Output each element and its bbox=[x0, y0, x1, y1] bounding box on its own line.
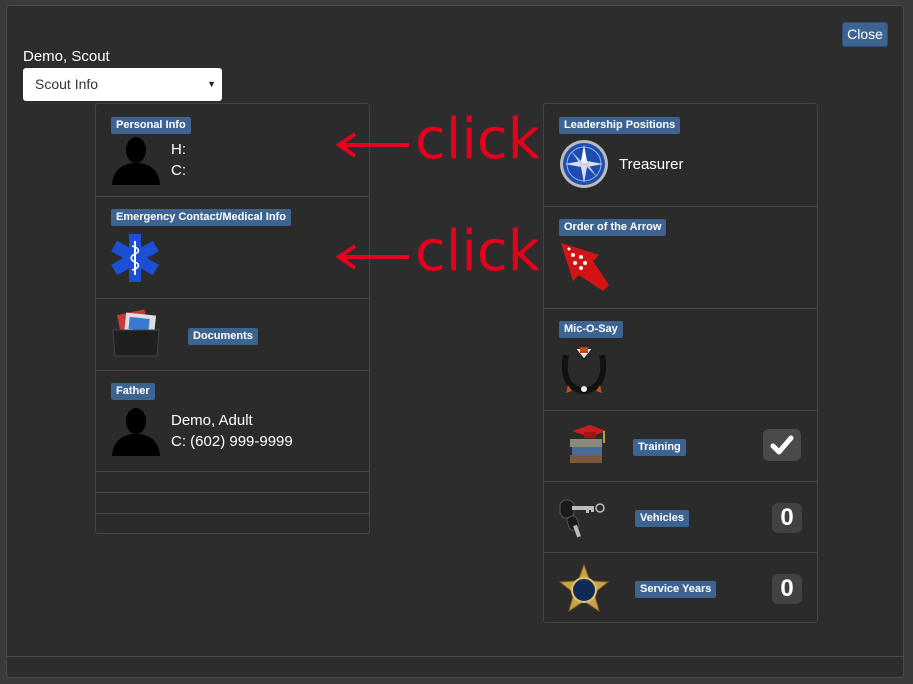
person-silhouette-icon bbox=[112, 408, 160, 456]
empty-row bbox=[96, 513, 369, 534]
person-silhouette-icon bbox=[112, 137, 160, 185]
training-row[interactable]: Training bbox=[544, 410, 817, 481]
bear-claw-necklace-icon bbox=[561, 347, 607, 395]
left-arrow-icon bbox=[335, 244, 409, 270]
service-years-count: 0 bbox=[772, 574, 802, 604]
caret-down-icon: ▼ bbox=[207, 79, 216, 89]
empty-row bbox=[96, 471, 369, 492]
father-name: Demo, Adult bbox=[171, 412, 253, 429]
home-phone-label: H: bbox=[171, 141, 186, 158]
vehicles-count: 0 bbox=[772, 503, 802, 533]
leadership-row[interactable]: Leadership Positions Treasurer bbox=[544, 104, 817, 206]
documents-row[interactable]: Documents bbox=[96, 298, 369, 370]
view-select[interactable]: Scout Info ▼ bbox=[23, 68, 222, 101]
cell-phone-label: C: bbox=[171, 162, 186, 179]
books-icon bbox=[570, 425, 606, 463]
keys-icon bbox=[559, 499, 605, 538]
personal-info-row[interactable]: Personal Info H: C: bbox=[96, 104, 369, 196]
checkmark-icon bbox=[770, 435, 794, 455]
left-arrow-icon bbox=[335, 132, 409, 158]
click-annotation: click bbox=[415, 107, 541, 172]
emergency-medical-button[interactable]: Emergency Contact/Medical Info bbox=[111, 209, 291, 226]
scout-modal: Close Demo, Scout Scout Info ▼ Personal … bbox=[6, 5, 904, 678]
mic-o-say-button[interactable]: Mic-O-Say bbox=[559, 321, 623, 338]
training-button[interactable]: Training bbox=[633, 439, 686, 456]
left-panel: Personal Info H: C: Emergency Contact/Me… bbox=[95, 103, 370, 534]
star-badge-icon bbox=[558, 563, 610, 613]
star-of-life-icon bbox=[111, 234, 159, 282]
right-panel: Leadership Positions Treasurer Order of … bbox=[543, 103, 818, 623]
folder-icon bbox=[112, 309, 160, 357]
compass-icon bbox=[560, 140, 608, 188]
father-row[interactable]: Father Demo, Adult C: (602) 999-9999 bbox=[96, 370, 369, 471]
empty-row bbox=[96, 492, 369, 513]
father-button[interactable]: Father bbox=[111, 383, 155, 400]
training-complete-indicator bbox=[763, 429, 801, 461]
personal-info-button[interactable]: Personal Info bbox=[111, 117, 191, 134]
leadership-positions-button[interactable]: Leadership Positions bbox=[559, 117, 681, 134]
scout-name: Demo, Scout bbox=[23, 48, 110, 65]
emergency-info-row[interactable]: Emergency Contact/Medical Info bbox=[96, 196, 369, 298]
order-of-arrow-button[interactable]: Order of the Arrow bbox=[559, 219, 667, 236]
view-select-value: Scout Info bbox=[35, 76, 99, 92]
vehicles-button[interactable]: Vehicles bbox=[635, 510, 690, 527]
click-annotation: click bbox=[415, 219, 541, 284]
footer-divider bbox=[7, 656, 903, 657]
order-of-arrow-row[interactable]: Order of the Arrow bbox=[544, 206, 817, 308]
vehicles-row[interactable]: Vehicles 0 bbox=[544, 481, 817, 552]
arrowhead-icon bbox=[561, 243, 609, 291]
documents-button[interactable]: Documents bbox=[188, 328, 258, 345]
close-button[interactable]: Close bbox=[842, 22, 888, 47]
leadership-position-value: Treasurer bbox=[619, 156, 684, 173]
mic-o-say-row[interactable]: Mic-O-Say bbox=[544, 308, 817, 410]
service-years-button[interactable]: Service Years bbox=[635, 581, 717, 598]
father-phone: C: (602) 999-9999 bbox=[171, 433, 293, 450]
service-years-row[interactable]: Service Years 0 bbox=[544, 552, 817, 623]
